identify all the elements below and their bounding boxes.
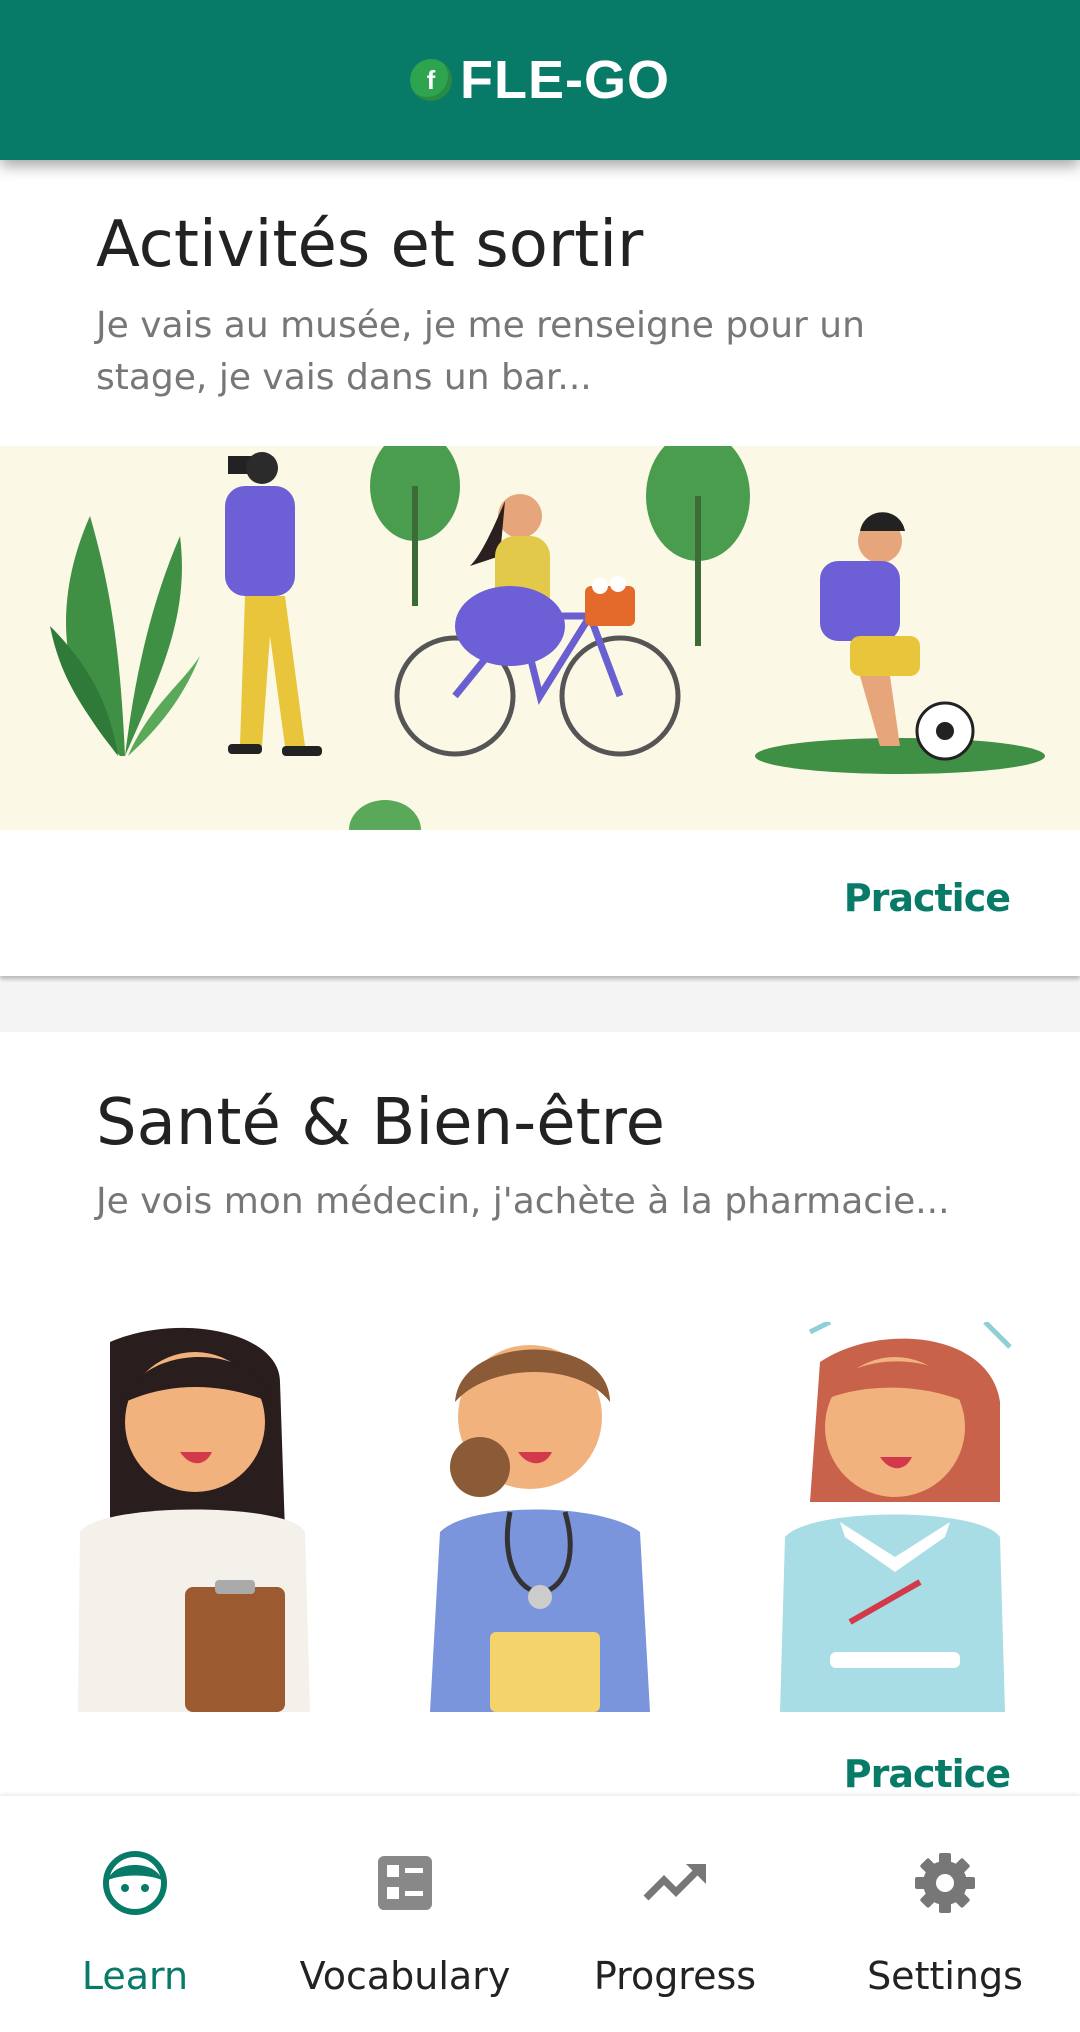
nav-label: Settings	[867, 1954, 1023, 1998]
nav-item-progress[interactable]: Progress	[540, 1796, 810, 2032]
nav-label: Progress	[593, 1954, 757, 1998]
practice-button[interactable]: Practice	[844, 876, 1011, 920]
app-bar: f FLE-GO	[0, 0, 1080, 160]
nav-label: Learn	[81, 1954, 189, 1998]
app-logo-icon: f	[410, 59, 452, 101]
face-icon	[100, 1848, 170, 1918]
app-title: FLE-GO	[460, 50, 670, 110]
gear-icon	[910, 1848, 980, 1918]
list-icon	[370, 1848, 440, 1918]
nav-item-vocabulary[interactable]: Vocabulary	[270, 1796, 540, 2032]
bottom-navigation: Learn Vocabulary Progress Settings	[0, 1796, 1080, 2032]
activities-illustration	[0, 431, 1080, 860]
nav-label: Vocabulary	[299, 1954, 511, 1998]
lesson-card-health[interactable]: Santé & Bien-être Je vois mon médecin, j…	[0, 1032, 1080, 1796]
lesson-card-activities[interactable]: Activités et sortir Je vais au musée, je…	[0, 160, 1080, 976]
trending-up-icon	[640, 1848, 710, 1918]
card-title: Santé & Bien-être	[96, 1086, 665, 1160]
nav-item-learn[interactable]: Learn	[0, 1796, 270, 2032]
card-title: Activités et sortir	[96, 208, 644, 282]
health-workers-illustration	[0, 1319, 1080, 1712]
practice-button[interactable]: Practice	[844, 1752, 1011, 1796]
card-description: Je vois mon médecin, j'achète à la pharm…	[96, 1181, 950, 1222]
nav-item-settings[interactable]: Settings	[810, 1796, 1080, 2032]
card-description: Je vais au musée, je me renseigne pour u…	[96, 305, 865, 398]
